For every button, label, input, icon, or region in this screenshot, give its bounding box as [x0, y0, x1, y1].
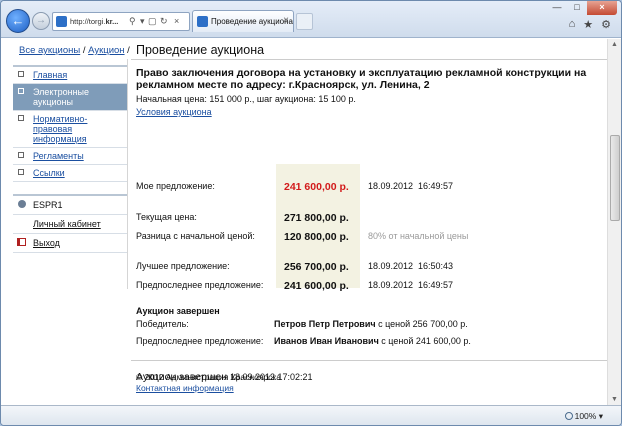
sidebar: Главная Электронные аукционы Нормативно-… — [13, 65, 127, 253]
winner-name: Петров Петр Петрович с ценой 256 700,00 … — [274, 319, 468, 329]
scroll-up-icon[interactable]: ▲ — [611, 41, 618, 48]
breadcrumb-auction[interactable]: Аукцион — [88, 45, 124, 56]
footer: © 2012 Администрация Красноярска Контакт… — [136, 372, 281, 394]
zoom-dropdown-icon[interactable]: ▾ — [599, 411, 603, 421]
status-bar: 100% ▾ — [1, 405, 621, 425]
my-offer-label: Мое предложение: — [136, 181, 215, 191]
best-offer-value: 256 700,00 р. — [284, 261, 349, 273]
browser-right-buttons: ⌂ ★ ⚙ — [569, 18, 611, 31]
sidebar-divider — [127, 59, 128, 289]
winner-row: Победитель: Петров Петр Петрович с ценой… — [136, 319, 596, 333]
current-price-value: 271 800,00 р. — [284, 212, 349, 224]
sidebar-item-home[interactable]: Главная — [13, 67, 127, 84]
zoom-level: 100% — [574, 411, 597, 421]
footer-contacts-link[interactable]: Контактная информация — [136, 383, 234, 393]
dropdown-icon[interactable]: ▾ — [140, 16, 145, 27]
prev-offer-time: 16:49:57 — [418, 280, 454, 290]
minimize-icon[interactable]: — — [547, 1, 567, 15]
new-tab-button[interactable] — [296, 13, 313, 30]
vertical-scrollbar[interactable]: ▲ ▼ — [607, 39, 621, 405]
tab-favicon-icon — [197, 16, 208, 27]
tab-close-icon[interactable]: × — [283, 15, 289, 26]
lot-meta: Начальная цена: 151 000 р., шаг аукциона… — [136, 94, 356, 104]
sidebar-item-regulations[interactable]: Регламенты — [13, 148, 127, 165]
diff-label: Разница с начальной ценой: — [136, 231, 255, 241]
settings-gear-icon[interactable]: ⚙ — [601, 18, 611, 31]
best-offer-time: 16:50:43 — [418, 261, 454, 271]
bullet-icon — [18, 71, 24, 77]
site-favicon-icon — [56, 16, 67, 27]
home-icon[interactable]: ⌂ — [569, 18, 576, 31]
user-icon — [18, 200, 26, 208]
main-content: Право заключения договора на установку и… — [136, 67, 596, 383]
header-divider — [131, 59, 607, 60]
back-button[interactable]: ← — [6, 9, 30, 33]
best-offer-label: Лучшее предложение: — [136, 261, 230, 271]
breadcrumb-separator: / — [80, 45, 89, 56]
scroll-thumb[interactable] — [610, 135, 620, 221]
forward-button[interactable]: → — [32, 12, 50, 30]
search-icon[interactable]: ⚲ — [129, 16, 136, 27]
logout-link[interactable]: Выход — [13, 234, 127, 253]
winner-label: Победитель: — [136, 319, 189, 329]
sidebar-item-links[interactable]: Ссылки — [13, 165, 127, 182]
browser-toolbar: ← → http://torgi.kr... ⚲ ▾ ▢ ↻ × Проведе… — [1, 1, 621, 38]
close-window-icon[interactable]: × — [587, 1, 617, 15]
page-title: Проведение аукциона — [136, 43, 265, 57]
result-title: Аукцион завершен — [136, 306, 220, 316]
bullet-icon — [18, 169, 24, 175]
sidebar-item-electronic-auctions[interactable]: Электронные аукционы — [13, 84, 127, 111]
address-bar[interactable]: http://torgi.kr... ⚲ ▾ ▢ ↻ × — [52, 12, 190, 31]
footer-divider — [131, 360, 607, 361]
prev-offer-label: Предпоследнее предложение: — [136, 280, 264, 290]
personal-cabinet-link[interactable]: Личный кабинет — [13, 215, 127, 234]
refresh-icon[interactable]: ↻ — [160, 16, 168, 27]
auction-result-block: Аукцион завершен Победитель: Петров Петр… — [136, 306, 596, 350]
my-offer-value: 241 600,00 р. — [284, 181, 349, 193]
page-viewport: Все аукционы / Аукцион / Проведение аукц… — [1, 39, 607, 405]
url-text: http://torgi.kr... — [70, 17, 119, 26]
bullet-icon — [18, 88, 24, 94]
best-offer-date: 18.09.2012 — [368, 261, 414, 271]
lot-title: Право заключения договора на установку и… — [136, 67, 587, 91]
user-block: ESPR1 Личный кабинет Выход — [13, 194, 127, 253]
zoom-control[interactable]: 100% ▾ — [564, 411, 603, 422]
tab-title: Проведение аукциона — [211, 17, 293, 26]
prev-offer-date: 18.09.2012 — [368, 280, 414, 290]
second-row: Предпоследнее предложение: Иванов Иван И… — [136, 336, 596, 350]
second-label: Предпоследнее предложение: — [136, 336, 264, 346]
window-controls: — □ × — [547, 1, 617, 15]
compatibility-icon[interactable]: ▢ — [148, 16, 157, 27]
bullet-icon — [18, 115, 24, 121]
second-name: Иванов Иван Иванович с ценой 241 600,00 … — [274, 336, 471, 346]
maximize-icon[interactable]: □ — [567, 1, 587, 15]
footer-copyright: © 2012 Администрация Красноярска — [136, 372, 282, 382]
prev-offer-value: 241 600,00 р. — [284, 280, 349, 292]
sidebar-nav: Главная Электронные аукционы Нормативно-… — [13, 65, 127, 182]
current-price-label: Текущая цена: — [136, 212, 197, 222]
diff-value: 120 800,00 р. — [284, 231, 349, 243]
exit-icon — [17, 238, 26, 246]
browser-window: ← → http://torgi.kr... ⚲ ▾ ▢ ↻ × Проведе… — [0, 0, 622, 426]
sidebar-item-legal-info[interactable]: Нормативно-правовая информация — [13, 111, 127, 148]
tab-auction[interactable]: Проведение аукциона × — [192, 10, 294, 32]
stop-icon[interactable]: × — [174, 16, 179, 26]
breadcrumb: Все аукционы / Аукцион / — [19, 45, 130, 56]
diff-percent: 80% от начальной цены — [368, 231, 469, 241]
zoom-icon — [564, 412, 573, 420]
favorites-star-icon[interactable]: ★ — [583, 18, 593, 31]
scroll-down-icon[interactable]: ▼ — [611, 396, 618, 403]
breadcrumb-separator: / — [124, 45, 130, 56]
breadcrumb-all-auctions[interactable]: Все аукционы — [19, 45, 80, 56]
my-offer-date: 18.09.2012 — [368, 181, 414, 191]
user-login: ESPR1 — [13, 196, 127, 215]
auction-conditions-link[interactable]: Условия аукциона — [136, 107, 212, 117]
my-offer-time: 16:49:57 — [418, 181, 454, 191]
bullet-icon — [18, 152, 24, 158]
